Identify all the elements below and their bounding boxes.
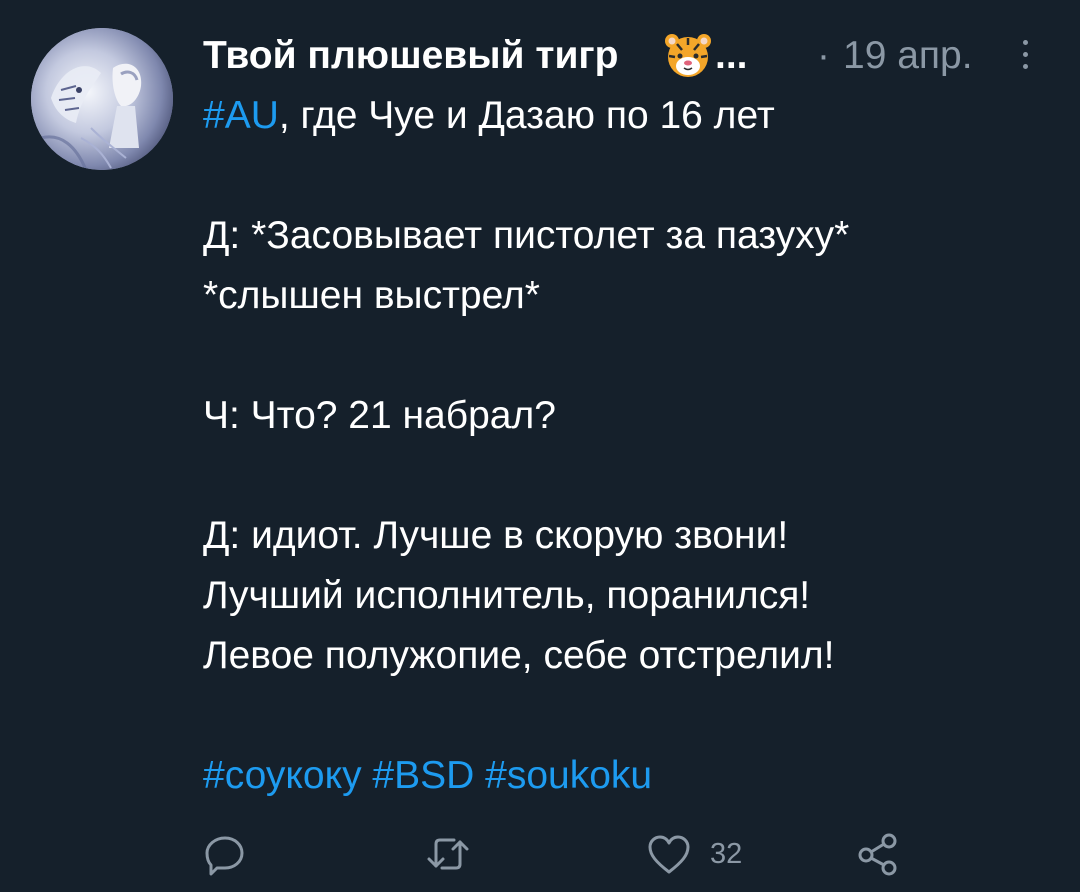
reply-button[interactable]	[203, 830, 247, 878]
tweet-header: Твой плюшевый тигр ... · 19 апр.	[203, 26, 1063, 86]
avatar-image	[31, 28, 173, 170]
tweet-line-1-text: , где Чуе и Дазаю по 16 лет	[278, 94, 775, 137]
action-bar: 32	[0, 820, 1080, 890]
like-count: 32	[710, 837, 743, 870]
tweet-date[interactable]: 19 апр.	[843, 26, 973, 86]
hashtag-bsd[interactable]: #BSD	[372, 754, 474, 797]
tweet-line-7: Левое полужопие, себе отстрелил!	[203, 634, 835, 677]
tweet-line-6: Лучший исполнитель, поранился!	[203, 574, 811, 617]
avatar[interactable]	[31, 28, 173, 170]
tweet-text: #AU, где Чуе и Дазаю по 16 лет Д: *Засов…	[203, 86, 1063, 806]
name-truncation: ...	[715, 34, 748, 77]
tweet-line-5: Д: идиот. Лучше в скорую звони!	[203, 514, 789, 557]
tweet-line-4: Ч: Что? 21 набрал?	[203, 394, 556, 437]
tweet[interactable]: Твой плюшевый тигр ... · 19 апр. #AU, гд…	[0, 0, 1080, 892]
display-name[interactable]: Твой плюшевый тигр	[203, 26, 619, 86]
like-button[interactable]: 32	[646, 830, 742, 878]
hashtag-line: #соукоку #BSD #soukoku	[203, 746, 1063, 806]
tweet-line-1: #AU, где Чуе и Дазаю по 16 лет	[203, 86, 1063, 146]
separator-dot: ·	[817, 34, 830, 77]
hashtag-soukoku[interactable]: #soukoku	[485, 754, 652, 797]
retweet-icon	[427, 838, 469, 870]
tiger-face-icon	[665, 34, 711, 77]
reply-icon	[205, 836, 244, 876]
more-options-icon[interactable]	[1018, 40, 1032, 74]
tweet-line-2: Д: *Засовывает пистолет за пазуху*	[203, 214, 850, 257]
share-icon	[858, 833, 897, 876]
heart-icon	[648, 835, 690, 874]
retweet-button[interactable]	[424, 830, 472, 878]
hashtag-soukoku-ru[interactable]: #соукоку	[203, 754, 362, 797]
share-button[interactable]	[856, 830, 900, 878]
tweet-line-3: *слышен выстрел*	[203, 274, 540, 317]
hashtag-au[interactable]: #AU	[203, 94, 279, 137]
